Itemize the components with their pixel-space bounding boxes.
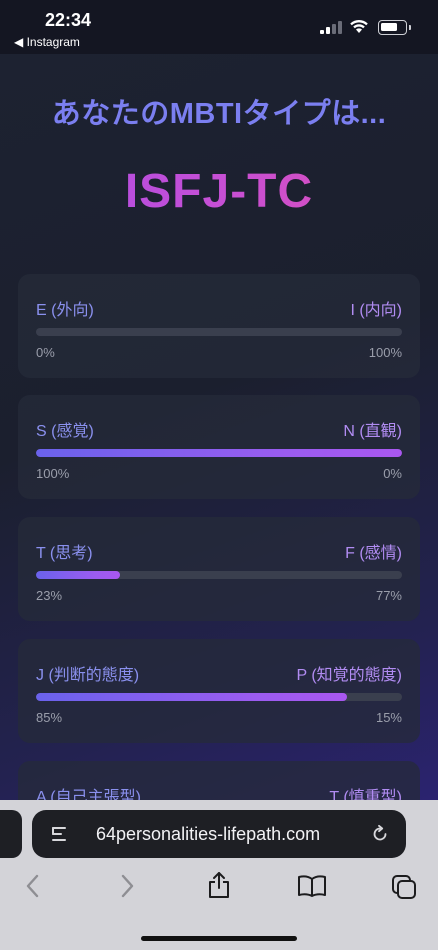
dimension-progress-fill bbox=[36, 693, 348, 701]
previous-tab-preview[interactable] bbox=[0, 810, 22, 858]
dimension-left-percent: 85% bbox=[36, 710, 63, 725]
dimension-card-at: A (自己主張型) T (慎重型) bbox=[18, 761, 420, 800]
share-icon[interactable] bbox=[206, 870, 232, 900]
url-text[interactable]: 64personalities-lifepath.com bbox=[96, 824, 320, 845]
dimension-progress-fill bbox=[36, 449, 402, 457]
wifi-icon bbox=[350, 19, 368, 33]
dimension-left-percent: 23% bbox=[36, 588, 63, 603]
dimension-right-label: N (直観) bbox=[343, 423, 402, 440]
page-menu-icon[interactable] bbox=[50, 825, 68, 843]
dimension-right-label: P (知覚的態度) bbox=[296, 667, 403, 684]
battery-icon bbox=[378, 20, 411, 35]
status-bar: 22:34 ◀ Instagram bbox=[0, 0, 438, 54]
dimension-right-label: I (内向) bbox=[350, 302, 402, 319]
dimension-progress-track bbox=[36, 693, 402, 701]
tabs-icon[interactable] bbox=[391, 874, 417, 900]
reload-icon[interactable] bbox=[370, 824, 390, 844]
dimension-card-ei: E (外向) I (内向) 0% 100% bbox=[18, 274, 420, 378]
dimension-left-label: S (感覚) bbox=[36, 423, 94, 440]
dimension-right-percent: 15% bbox=[375, 710, 402, 725]
dimension-card-sn: S (感覚) N (直観) 100% 0% bbox=[18, 395, 420, 499]
dimension-left-label: T (思考) bbox=[36, 545, 93, 562]
dimension-card-tf: T (思考) F (感情) 23% 77% bbox=[18, 517, 420, 621]
dimension-progress-track bbox=[36, 571, 402, 579]
dimension-left-label: J (判断的態度) bbox=[36, 667, 140, 684]
home-indicator bbox=[141, 936, 297, 941]
dimension-right-label: T (慎重型) bbox=[329, 789, 402, 800]
bookmarks-icon[interactable] bbox=[297, 874, 327, 898]
dimension-progress-fill bbox=[36, 571, 121, 579]
dimension-progress-track bbox=[36, 328, 402, 336]
cellular-signal-icon bbox=[320, 21, 342, 34]
dimension-right-percent: 77% bbox=[375, 588, 402, 603]
dimension-left-label: A (自己主張型) bbox=[36, 789, 141, 800]
result-heading: あなたのMBTIタイプは... bbox=[51, 98, 387, 130]
dimension-right-percent: 0% bbox=[383, 466, 402, 481]
dimension-right-label: F (感情) bbox=[345, 545, 402, 562]
mbti-type-code: ISFJ-TC bbox=[0, 164, 438, 219]
status-time: 22:34 bbox=[45, 10, 92, 30]
dimension-left-percent: 0% bbox=[36, 345, 55, 360]
dimension-left-label: E (外向) bbox=[36, 302, 94, 319]
back-to-instagram-link[interactable]: ◀ Instagram bbox=[14, 35, 80, 49]
dimension-right-percent: 100% bbox=[368, 345, 402, 360]
address-bar[interactable]: 64personalities-lifepath.com bbox=[32, 810, 406, 858]
forward-icon[interactable] bbox=[118, 873, 136, 899]
dimension-left-percent: 100% bbox=[36, 466, 70, 481]
browser-bottom-bar: 64personalities-lifepath.com bbox=[0, 800, 438, 950]
page-content: あなたのMBTIタイプは... ISFJ-TC E (外向) I (内向) 0%… bbox=[0, 54, 438, 800]
dimension-progress-track bbox=[36, 449, 402, 457]
dimension-card-jp: J (判断的態度) P (知覚的態度) 85% 15% bbox=[18, 639, 420, 743]
back-icon[interactable] bbox=[24, 873, 42, 899]
